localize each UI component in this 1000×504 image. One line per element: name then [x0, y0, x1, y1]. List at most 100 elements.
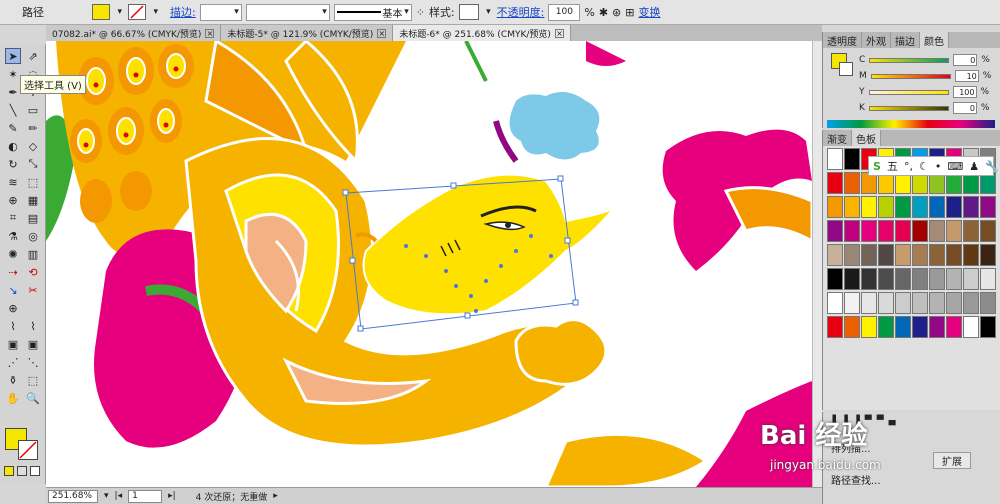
eraser-icon[interactable]: ◇: [25, 138, 41, 154]
crystallize-tool-icon[interactable]: ⋱: [25, 354, 41, 370]
width-tool-icon[interactable]: ≋: [5, 174, 21, 190]
column-graph-icon[interactable]: ▥: [25, 246, 41, 262]
color-swatch[interactable]: [980, 268, 996, 290]
color-swatch[interactable]: [912, 196, 928, 218]
fill-swatch[interactable]: [92, 4, 110, 20]
align-bottom-icon[interactable]: ▄: [889, 416, 896, 426]
next-artboard-icon[interactable]: ▸|: [168, 491, 176, 501]
color-swatch[interactable]: [895, 196, 911, 218]
color-swatch[interactable]: [946, 196, 962, 218]
prev-artboard-icon[interactable]: |◂: [115, 491, 123, 501]
color-swatch[interactable]: [980, 220, 996, 242]
color-swatch[interactable]: [844, 244, 860, 266]
color-swatch[interactable]: [912, 220, 928, 242]
align-icon[interactable]: ⊞: [625, 6, 634, 19]
mesh-tool-icon[interactable]: ⌗: [5, 210, 21, 226]
color-swatch[interactable]: [844, 148, 860, 170]
color-swatch[interactable]: [861, 292, 877, 314]
direct-selection-tool-icon[interactable]: ⇗: [25, 48, 41, 64]
paintbrush-icon[interactable]: ✎: [5, 120, 21, 136]
color-swatch[interactable]: [844, 316, 860, 338]
color-swatch[interactable]: [963, 220, 979, 242]
slice-tool-icon[interactable]: ⟲: [25, 264, 41, 280]
blend-tool-icon[interactable]: ◎: [25, 228, 41, 244]
tab-appearance[interactable]: 外观: [862, 32, 891, 48]
pen-tool-icon[interactable]: ✒: [5, 84, 21, 100]
color-swatch[interactable]: [963, 292, 979, 314]
punctuation-icon[interactable]: °,: [904, 160, 913, 173]
artboard-canvas[interactable]: [46, 41, 812, 487]
warp-tool-icon[interactable]: ⌇: [5, 318, 21, 334]
color-swatch[interactable]: [827, 268, 843, 290]
live-paint-icon[interactable]: ⚱: [5, 372, 21, 388]
color-swatch[interactable]: [878, 292, 894, 314]
color-swatch[interactable]: [861, 196, 877, 218]
tab-swatches[interactable]: 色板: [852, 130, 881, 146]
color-swatch[interactable]: [929, 220, 945, 242]
color-swatch[interactable]: [963, 244, 979, 266]
color-swatch[interactable]: [844, 172, 860, 194]
scallop-tool-icon[interactable]: ⋰: [5, 354, 21, 370]
expand-button[interactable]: 扩展: [933, 452, 971, 469]
color-swatch[interactable]: [844, 196, 860, 218]
crosshair-icon[interactable]: ⊕: [5, 300, 21, 316]
stroke-color-box[interactable]: [18, 440, 38, 460]
color-swatch[interactable]: [946, 220, 962, 242]
magic-wand-icon[interactable]: ✶: [5, 66, 21, 82]
color-swatch[interactable]: [878, 268, 894, 290]
color-swatch[interactable]: [827, 172, 843, 194]
align-stroke-icon[interactable]: ⁘: [416, 6, 425, 19]
tab-document-1[interactable]: 07082.ai* @ 66.67% (CMYK/预览) ×: [46, 25, 222, 41]
spectrum-bar[interactable]: [827, 120, 995, 128]
pencil-icon[interactable]: ✏: [25, 120, 41, 136]
color-swatch[interactable]: [946, 316, 962, 338]
color-swatch[interactable]: [861, 268, 877, 290]
color-swatch[interactable]: [861, 220, 877, 242]
color-swatch[interactable]: [827, 196, 843, 218]
color-swatch[interactable]: [929, 244, 945, 266]
graphic-style-swatch[interactable]: [458, 4, 479, 20]
zoom-tool-icon[interactable]: 🔍: [25, 390, 41, 406]
color-swatch[interactable]: [895, 316, 911, 338]
color-swatch[interactable]: [844, 292, 860, 314]
rectangle-tool-icon[interactable]: ▭: [25, 102, 41, 118]
free-transform-icon[interactable]: ⬚: [25, 174, 41, 190]
artboard-number[interactable]: 1: [128, 489, 163, 503]
stroke-label[interactable]: 描边:: [170, 4, 196, 20]
color-swatch[interactable]: [895, 268, 911, 290]
pucker-tool-icon[interactable]: ▣: [5, 336, 21, 352]
sogou-icon[interactable]: S: [873, 160, 881, 173]
color-swatch[interactable]: [827, 148, 843, 170]
align-middle-icon[interactable]: ▀: [877, 416, 884, 426]
tab-gradient[interactable]: 渐变: [823, 130, 852, 146]
transform-link[interactable]: 变换: [638, 4, 660, 20]
color-swatch[interactable]: [980, 244, 996, 266]
opacity-input[interactable]: 100: [548, 3, 581, 21]
status-menu-icon[interactable]: ▸: [273, 491, 278, 501]
zoom-dropdown-icon[interactable]: ▾: [104, 491, 109, 501]
close-icon[interactable]: ×: [377, 28, 387, 38]
hand-tool-icon[interactable]: ✋: [5, 390, 21, 406]
color-swatch[interactable]: [827, 316, 843, 338]
color-swatch[interactable]: [929, 292, 945, 314]
color-swatch[interactable]: [827, 244, 843, 266]
color-swatch[interactable]: [861, 316, 877, 338]
color-swatch[interactable]: [912, 316, 928, 338]
color-swatch[interactable]: [861, 244, 877, 266]
color-swatch[interactable]: [980, 292, 996, 314]
knife-icon[interactable]: ↘: [5, 282, 21, 298]
tab-document-3[interactable]: 未标题-6* @ 251.68% (CMYK/预览) ×: [393, 25, 571, 41]
recolor-icon[interactable]: ✱: [599, 6, 608, 19]
color-swatch[interactable]: [929, 268, 945, 290]
selection-tool-icon[interactable]: ➤: [5, 48, 21, 64]
color-swatch[interactable]: [895, 292, 911, 314]
twirl-tool-icon[interactable]: ⌇: [25, 318, 41, 334]
color-swatch[interactable]: [827, 220, 843, 242]
globe-icon[interactable]: ⊛: [612, 6, 621, 19]
brush-select[interactable]: 基本 ▾: [333, 3, 412, 21]
color-swatch[interactable]: [878, 244, 894, 266]
keyboard-icon[interactable]: ⌨: [947, 160, 963, 173]
wrench-icon[interactable]: 🔧: [985, 160, 999, 173]
color-swatch[interactable]: [878, 316, 894, 338]
fill-dropdown[interactable]: ▾: [114, 4, 124, 21]
